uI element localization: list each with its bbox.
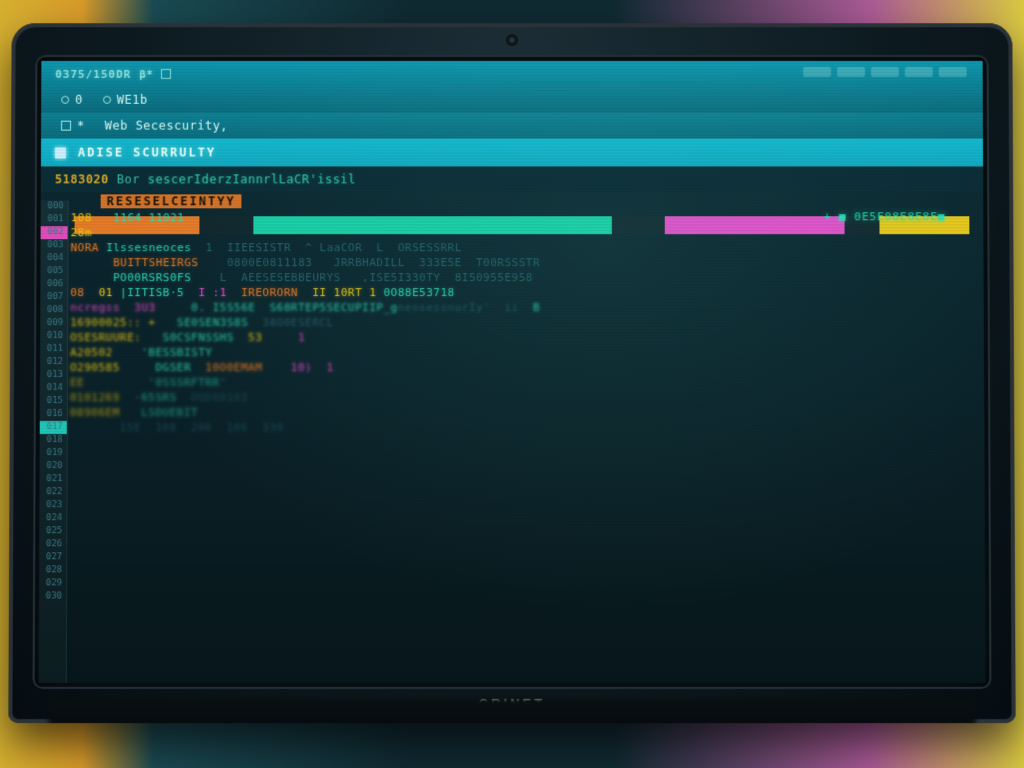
code-line: 28m: [71, 225, 976, 240]
code-line: BUITTSHEIRGS 0800E0811183 JRRBHADILL 333…: [70, 255, 975, 270]
header2-lineno: 5183020: [55, 172, 109, 186]
gutter-line-number: 009: [40, 317, 67, 330]
gutter-line-number: 007: [40, 291, 67, 304]
gutter-line-number: 002: [41, 226, 68, 239]
code-area[interactable]: 108 1164 1102128mNORA Ilssesneoces 1 IIE…: [69, 210, 978, 679]
code-line: 08906EM LSDUEBIT: [70, 405, 976, 420]
gutter-line-number: 018: [40, 434, 67, 447]
header-line-2: 5183020 Bor sescerIderzIannrlLaCR'issil: [41, 166, 983, 192]
code-line: 08 01 |IITISB·5 I :1 IREORORN II 10RT 1 …: [70, 285, 975, 300]
gutter-line-number: 000: [41, 200, 68, 213]
title-bar: 0375/150DR β*: [41, 61, 982, 87]
tab-web-security[interactable]: Web Secescurity,: [99, 119, 234, 133]
code-line: 0101269 ·65SRS OOD00103: [70, 390, 976, 405]
gutter-line-number: 014: [40, 382, 67, 395]
tab-bar-row-1[interactable]: 0 WE1b: [41, 87, 983, 113]
gutter-line-number: 012: [40, 356, 67, 369]
gutter-line-number: 004: [40, 252, 67, 265]
gutter-line-number: 028: [39, 564, 66, 577]
code-line: EE '0SSSRFTRR': [70, 375, 976, 390]
tab-we1b[interactable]: WE1b: [97, 93, 154, 107]
gutter-line-number: 003: [41, 239, 68, 252]
gutter-line-number: 027: [39, 551, 66, 564]
keyboard-hint: [48, 699, 975, 723]
gutter-line-number: 010: [40, 330, 67, 343]
title-right-indicators: [803, 67, 967, 77]
laptop-frame: 0375/150DR β* 0 WE1b: [8, 23, 1015, 723]
code-line: PO00RSRS0FS L AEESESEBBEURYS ,ISE5I330TY…: [70, 270, 975, 285]
code-line: NORA Ilssesneoces 1 IIEESISTR ^ LaaCOR L…: [70, 240, 975, 255]
tab-2-label: *: [77, 119, 85, 133]
screen-bezel: 0375/150DR β* 0 WE1b: [33, 55, 992, 689]
line-gutter: 0000010020030040050060070080090100110120…: [39, 200, 69, 683]
gutter-line-number: 006: [40, 278, 67, 291]
gutter-line-number: 013: [40, 369, 67, 382]
code-line: 108 1164 11021: [71, 210, 976, 225]
tab-0-label: 0: [75, 93, 83, 107]
gutter-line-number: 019: [40, 447, 67, 460]
gutter-line-number: 005: [40, 265, 67, 278]
code-line: OSESRUURE: S0CSFNSSHS 53 1: [70, 330, 976, 345]
gutter-line-number: 023: [39, 499, 66, 512]
gutter-line-number: 025: [39, 525, 66, 538]
gutter-line-number: 024: [39, 512, 66, 525]
code-line: A20502 'BESSBISTY: [70, 345, 976, 360]
radio-icon: [103, 96, 111, 104]
warn-tag: RESESELCEINTYY: [101, 194, 242, 208]
gutter-line-number: 008: [40, 304, 67, 317]
tab-bar-row-2[interactable]: * Web Secescurity,: [41, 113, 983, 139]
gutter-line-number: 026: [39, 538, 66, 551]
gutter-line-number: 016: [40, 408, 67, 421]
square-icon: [161, 69, 171, 79]
gutter-line-number: 030: [39, 590, 66, 603]
tab-star[interactable]: *: [55, 119, 91, 133]
tab-1-label: WE1b: [117, 93, 148, 107]
active-tab-label: ADISE SCURRULTY: [78, 146, 216, 160]
gutter-line-number: 029: [39, 577, 66, 590]
tab-3-label: Web Secescurity,: [105, 119, 228, 133]
square-filled-icon: [55, 147, 66, 158]
screen: 0375/150DR β* 0 WE1b: [39, 61, 986, 683]
tab-0[interactable]: 0: [55, 93, 89, 107]
webcam-icon: [507, 35, 517, 45]
session-glyph: β*: [139, 67, 153, 80]
code-line: ncregss 3U3 0. I5S56E S68RTEP5SECUPIIP_g…: [70, 300, 976, 315]
session-id: 0375/150DR: [55, 67, 131, 80]
gutter-line-number: 011: [40, 343, 67, 356]
gutter-line-number: 001: [41, 213, 68, 226]
gutter-line-number: 015: [40, 395, 67, 408]
gutter-line-number: 020: [40, 460, 67, 473]
gutter-line-number: 017: [40, 421, 67, 434]
warn-line: RESESELCEINTYY: [41, 192, 984, 210]
code-line: O290585 DGSER 10O0EMAM 10) 1: [70, 360, 976, 375]
code-line: 15E 108 206 106 330: [70, 420, 977, 435]
gutter-line-number: 021: [39, 473, 66, 486]
checkbox-icon: [61, 121, 71, 131]
code-line: 16900025:: + SE0SEN3S8S 38O0ESERCL: [70, 315, 976, 330]
gutter-line-number: 022: [39, 486, 66, 499]
active-tab-bar[interactable]: ADISE SCURRULTY: [41, 139, 983, 167]
radio-icon: [61, 96, 69, 104]
header2-func: Bor sescerIderzIannrlLaCR'issil: [117, 172, 356, 186]
